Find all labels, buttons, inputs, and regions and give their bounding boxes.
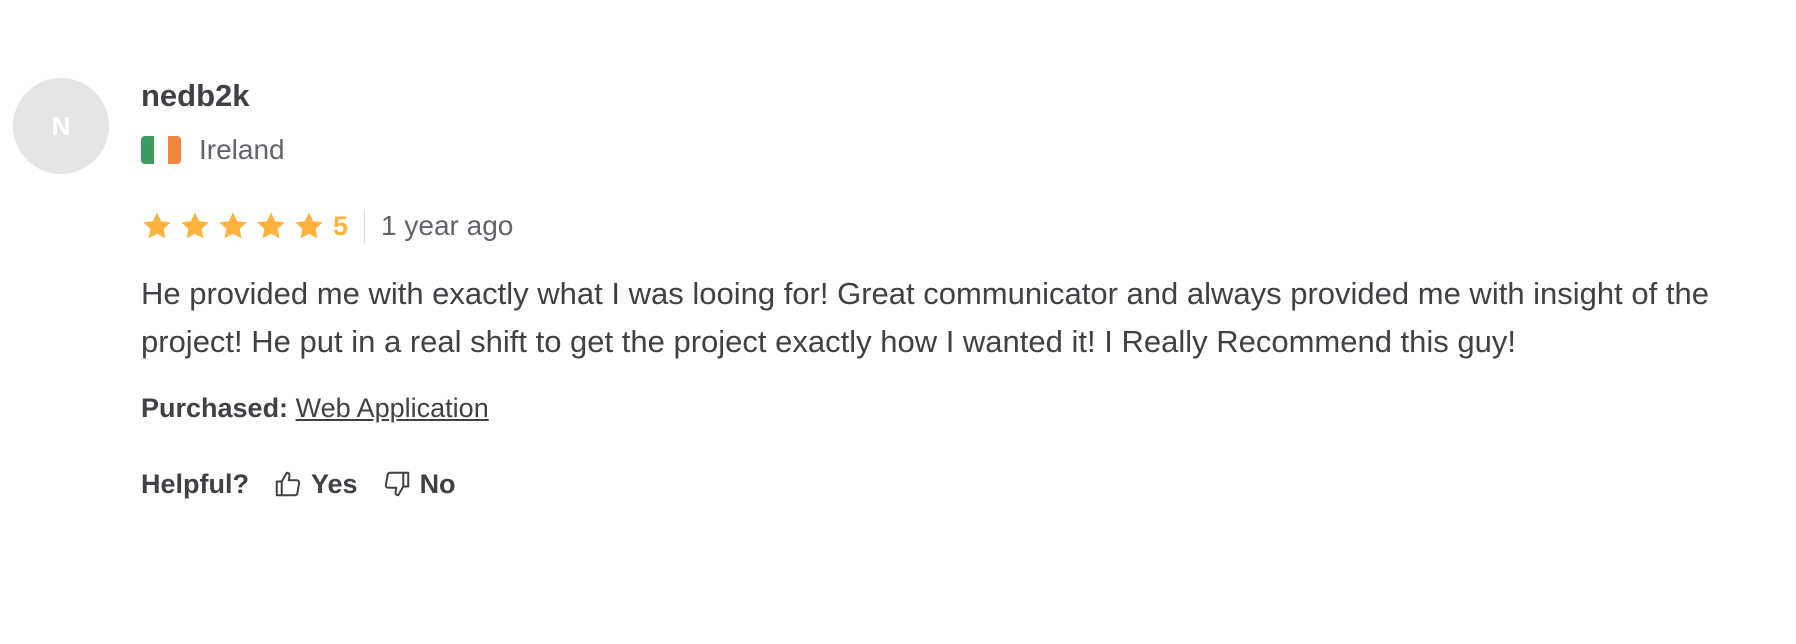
helpful-no-button[interactable]: No bbox=[382, 469, 456, 500]
ireland-flag-icon bbox=[141, 136, 181, 164]
purchased-label: Purchased: bbox=[141, 393, 289, 423]
helpful-row: Helpful? Yes No bbox=[141, 464, 1781, 504]
review-content: nedb2k Ireland 5 1 year ago He provided … bbox=[141, 74, 1781, 504]
star-icon bbox=[141, 210, 173, 242]
avatar[interactable]: N bbox=[13, 78, 109, 174]
helpful-yes-label: Yes bbox=[311, 468, 358, 499]
star-icon bbox=[255, 210, 287, 242]
purchased-row: Purchased: Web Application bbox=[141, 388, 1781, 428]
thumbs-up-icon bbox=[273, 469, 311, 499]
star-rating bbox=[141, 210, 331, 242]
divider bbox=[364, 209, 366, 243]
rating-value: 5 bbox=[333, 210, 349, 241]
star-icon bbox=[217, 210, 249, 242]
reviewer-username[interactable]: nedb2k bbox=[141, 74, 1781, 118]
review-time: 1 year ago bbox=[381, 210, 514, 241]
country-name: Ireland bbox=[199, 134, 285, 165]
purchased-item-link[interactable]: Web Application bbox=[296, 393, 489, 423]
helpful-yes-button[interactable]: Yes bbox=[273, 469, 358, 500]
reviewer-country: Ireland bbox=[141, 132, 1781, 168]
review-text: He provided me with exactly what I was l… bbox=[141, 276, 1709, 359]
rating-row: 5 1 year ago bbox=[141, 206, 1781, 246]
review-card: N nedb2k Ireland 5 1 year ago He provide… bbox=[0, 0, 1796, 644]
thumbs-down-icon bbox=[382, 469, 420, 499]
avatar-initial: N bbox=[51, 110, 71, 141]
star-icon bbox=[293, 210, 325, 242]
star-icon bbox=[179, 210, 211, 242]
helpful-label: Helpful? bbox=[141, 468, 249, 499]
helpful-no-label: No bbox=[419, 468, 456, 499]
